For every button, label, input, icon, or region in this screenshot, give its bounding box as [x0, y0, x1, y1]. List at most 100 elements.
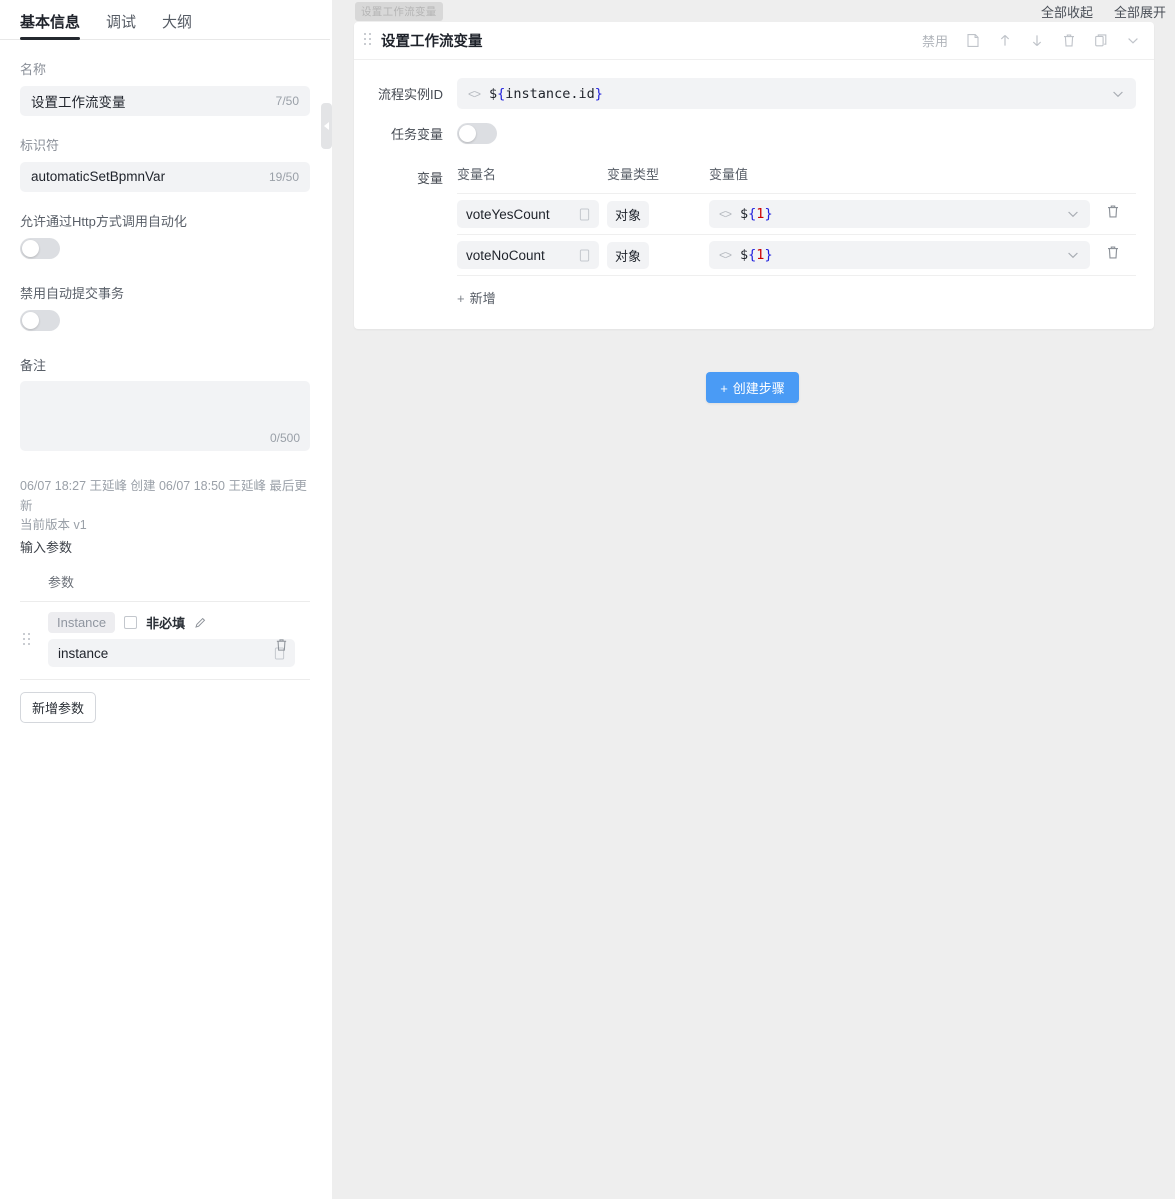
tab-debug[interactable]: 调试 — [106, 15, 136, 39]
param-type-chip: Instance — [48, 612, 116, 634]
step-card-header: 设置工作流变量 禁用 — [354, 22, 1154, 60]
step-card-body: 流程实例ID <> ${instance.id} 任务变量 变量 变量名 变量类… — [354, 60, 1154, 329]
variable-name-input[interactable]: voteYesCount — [457, 200, 599, 228]
left-properties-panel: 基本信息 调试 大纲 名称 设置工作流变量 7/50 标识符 automatic… — [0, 0, 330, 1199]
http-toggle-knob — [22, 239, 39, 257]
delete-icon[interactable] — [1062, 33, 1076, 48]
create-step-button[interactable]: + 创建步骤 — [706, 372, 799, 403]
variable-actions-cell — [1090, 245, 1136, 265]
step-toolbar: 禁用 — [922, 31, 1140, 50]
edit-pencil-icon[interactable] — [194, 616, 207, 629]
instance-id-value: ${instance.id} — [489, 85, 603, 102]
identifier-counter: 19/50 — [268, 169, 299, 184]
code-brackets-icon: <> — [468, 86, 481, 101]
identifier-input-value: automaticSetBpmnVar — [31, 169, 166, 185]
delete-row-icon[interactable] — [1106, 245, 1120, 260]
disable-step-button[interactable]: 禁用 — [922, 31, 948, 50]
panel-divider — [330, 0, 332, 1199]
variables-table: 变量名 变量类型 变量值 voteYesCount 对象 <> ${1} vot… — [457, 164, 1136, 307]
column-header-type: 变量类型 — [607, 167, 660, 182]
step-drag-handle-icon[interactable] — [364, 32, 372, 49]
name-counter: 7/50 — [275, 93, 299, 108]
column-header-name: 变量名 — [457, 167, 497, 182]
add-variable-label: 新增 — [469, 291, 496, 306]
variable-value-text: ${1} — [740, 247, 773, 263]
variable-name-copy-icon[interactable] — [579, 248, 590, 262]
drag-handle-icon[interactable] — [23, 632, 31, 649]
table-row: voteYesCount 对象 <> ${1} — [457, 193, 1136, 234]
variable-type-value[interactable]: 对象 — [607, 200, 650, 228]
variable-value-cell: <> ${1} — [709, 241, 1090, 269]
variable-type-cell: 对象 — [607, 200, 709, 228]
add-param-button[interactable]: 新增参数 — [20, 692, 97, 724]
tab-basic-info[interactable]: 基本信息 — [20, 14, 81, 40]
collapse-all-button[interactable]: 全部收起 — [1041, 2, 1093, 21]
instance-id-dropdown-icon[interactable] — [1111, 87, 1125, 101]
identifier-label: 标识符 — [20, 137, 60, 153]
task-var-toggle[interactable] — [457, 123, 497, 144]
expand-all-button[interactable]: 全部展开 — [1114, 2, 1166, 21]
variable-value-cell: <> ${1} — [709, 200, 1090, 228]
tab-outline-label: 大纲 — [162, 14, 193, 31]
disable-autocommit-toggle[interactable] — [20, 309, 60, 331]
variables-section: 变量 变量名 变量类型 变量值 voteYesCount 对象 <> ${1} … — [372, 164, 1136, 307]
automation-editor: 基本信息 调试 大纲 名称 设置工作流变量 7/50 标识符 automatic… — [0, 0, 1175, 1199]
param-value-text: instance — [58, 645, 109, 661]
disable-autocommit-toggle-knob — [22, 311, 39, 329]
create-step-row: + 创建步骤 — [330, 372, 1175, 403]
param-row-header: Instance 非必填 — [48, 612, 310, 634]
variable-value-dropdown-icon[interactable] — [1066, 207, 1080, 221]
task-var-toggle-knob — [459, 125, 476, 142]
http-toggle[interactable] — [20, 237, 60, 259]
variables-table-header: 变量名 变量类型 变量值 — [457, 164, 1136, 193]
tab-basic-info-label: 基本信息 — [20, 14, 81, 31]
step-title: 设置工作流变量 — [381, 34, 483, 50]
breadcrumb[interactable]: 设置工作流变量 — [355, 1, 443, 21]
name-input[interactable]: 设置工作流变量 7/50 — [20, 85, 310, 116]
task-var-row: 任务变量 — [372, 123, 1136, 144]
code-brackets-icon: <> — [719, 248, 732, 262]
flow-canvas-panel: 设置工作流变量 全部收起 全部展开 设置工作流变量 禁用 流程实例ID <> $… — [330, 0, 1175, 1199]
instance-id-label: 流程实例ID — [377, 87, 443, 102]
collapse-panel-handle[interactable] — [321, 103, 332, 149]
variable-value-input[interactable]: <> ${1} — [709, 241, 1090, 269]
name-input-value: 设置工作流变量 — [31, 94, 126, 110]
code-brackets-icon: <> — [719, 207, 732, 221]
note-icon[interactable] — [966, 33, 980, 48]
variable-value-text: ${1} — [740, 206, 773, 222]
move-up-icon[interactable] — [998, 33, 1012, 48]
name-label: 名称 — [20, 62, 47, 77]
tab-outline[interactable]: 大纲 — [162, 15, 192, 39]
http-toggle-label: 允许通过Http方式调用自动化 — [20, 213, 187, 229]
column-header-value: 变量值 — [709, 167, 749, 182]
variable-value-dropdown-icon[interactable] — [1066, 248, 1080, 262]
variable-type-value[interactable]: 对象 — [607, 241, 650, 269]
task-var-label: 任务变量 — [390, 127, 443, 142]
variable-name-cell: voteNoCount — [457, 241, 607, 269]
remark-label: 备注 — [20, 357, 47, 373]
left-panel-body: 名称 设置工作流变量 7/50 标识符 automaticSetBpmnVar … — [0, 62, 330, 724]
panel-tabs: 基本信息 调试 大纲 — [0, 0, 330, 40]
canvas-topbar: 设置工作流变量 全部收起 全部展开 — [330, 0, 1175, 22]
chevron-down-icon[interactable] — [1126, 33, 1140, 48]
variables-label: 变量 — [416, 171, 443, 186]
audit-meta: 06/07 18:27 王延峰 创建 06/07 18:50 王延峰 最后更新 … — [20, 477, 310, 535]
variable-name-input[interactable]: voteNoCount — [457, 241, 599, 269]
delete-row-icon[interactable] — [1106, 204, 1120, 219]
variable-name-copy-icon[interactable] — [579, 207, 590, 221]
identifier-input[interactable]: automaticSetBpmnVar 19/50 — [20, 161, 310, 192]
remark-textarea[interactable]: 0/500 — [20, 381, 310, 452]
instance-id-field[interactable]: <> ${instance.id} — [457, 78, 1136, 109]
copy-icon[interactable] — [1094, 33, 1108, 48]
variable-name-value: voteYesCount — [466, 206, 550, 222]
param-value-input[interactable]: instance — [48, 639, 295, 668]
add-param-button-label: 新增参数 — [32, 701, 85, 717]
move-down-icon[interactable] — [1030, 33, 1044, 48]
param-optional-checkbox[interactable] — [124, 616, 138, 630]
variable-value-input[interactable]: <> ${1} — [709, 200, 1090, 228]
chevron-left-icon — [324, 122, 329, 130]
add-variable-button[interactable]: + 新增 — [457, 275, 1136, 307]
param-optional-label: 非必填 — [146, 616, 186, 632]
disable-autocommit-label: 禁用自动提交事务 — [20, 285, 125, 301]
param-delete-icon[interactable] — [275, 638, 288, 652]
